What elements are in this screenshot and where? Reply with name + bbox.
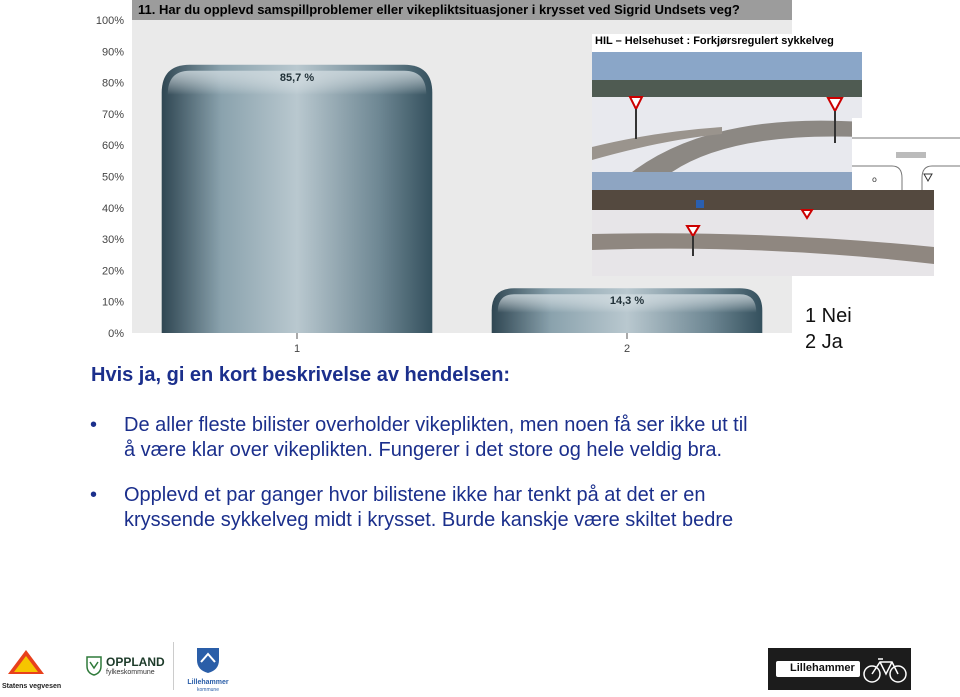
lillehammer-sub: kommune	[197, 687, 219, 693]
svv-text: Statens vegvesen	[2, 683, 62, 690]
y-tick-label: 40%	[102, 203, 124, 215]
lillehammer-brand: Lillehammer	[790, 662, 855, 674]
photo-caption: HIL – Helsehuset : Forkjørsregulert sykk…	[592, 34, 862, 52]
intersection-sketch: o	[852, 118, 960, 190]
subheading: Hvis ja, gi en kort beskrivelse av hende…	[91, 364, 511, 386]
bullet-icon: •	[90, 484, 98, 506]
oppland-sub: fylkeskommune	[106, 669, 155, 676]
bar-value-label: 85,7 %	[280, 72, 314, 84]
shield-icon	[86, 656, 102, 676]
y-tick-label: 0%	[108, 328, 124, 340]
bullet-item: • Opplevd et par ganger hvor bilistene i…	[90, 483, 810, 533]
y-tick-label: 10%	[102, 297, 124, 309]
bullet-line: De aller fleste bilister overholder vike…	[124, 414, 748, 436]
bar	[161, 64, 433, 333]
y-tick-label: 70%	[102, 109, 124, 121]
bar-value-label: 14,3 %	[610, 295, 644, 307]
oppland-logo: OPPLAND fylkeskommune	[86, 654, 166, 684]
bullet-line: kryssende sykkelveg midt i krysset. Burd…	[124, 509, 734, 531]
bicycle-icon	[863, 658, 907, 683]
y-tick-label: 90%	[102, 46, 124, 58]
road-sign-icon	[8, 650, 44, 674]
winter-road-photo-1	[592, 52, 862, 172]
x-tick-label: 2	[624, 343, 630, 355]
legend: 1 Nei 2 Ja	[805, 303, 852, 355]
x-tick-label: 1	[294, 343, 300, 355]
legend-item-1: 1 Nei	[805, 305, 852, 327]
crest-icon	[197, 648, 219, 673]
svg-text:o: o	[872, 175, 877, 184]
y-tick-label: 50%	[102, 172, 124, 184]
bullet-list: • De aller fleste bilister overholder vi…	[90, 413, 810, 553]
chart-title: 11. Har du opplevd samspillproblemer ell…	[138, 2, 740, 17]
oppland-name: OPPLAND	[106, 655, 165, 669]
y-tick-label: 100%	[96, 15, 124, 27]
legend-item-2: 2 Ja	[805, 331, 843, 353]
footer-divider	[173, 642, 174, 690]
lillehammer-name: Lillehammer	[187, 679, 229, 686]
bullet-item: • De aller fleste bilister overholder vi…	[90, 413, 810, 463]
y-tick-label: 60%	[102, 140, 124, 152]
y-tick-label: 30%	[102, 234, 124, 246]
bullet-line: Opplevd et par ganger hvor bilistene ikk…	[124, 484, 706, 506]
lillehammer-kommune-logo: Lillehammer kommune	[178, 646, 238, 696]
bullet-line: å være klar over vikeplikten. Fungerer i…	[124, 439, 723, 461]
y-tick-label: 20%	[102, 265, 124, 277]
lillehammer-bicycle-logo: Lillehammer	[768, 648, 911, 690]
y-tick-label: 80%	[102, 78, 124, 90]
bullet-icon: •	[90, 414, 98, 436]
statens-vegvesen-logo: Statens vegvesen	[2, 648, 68, 694]
